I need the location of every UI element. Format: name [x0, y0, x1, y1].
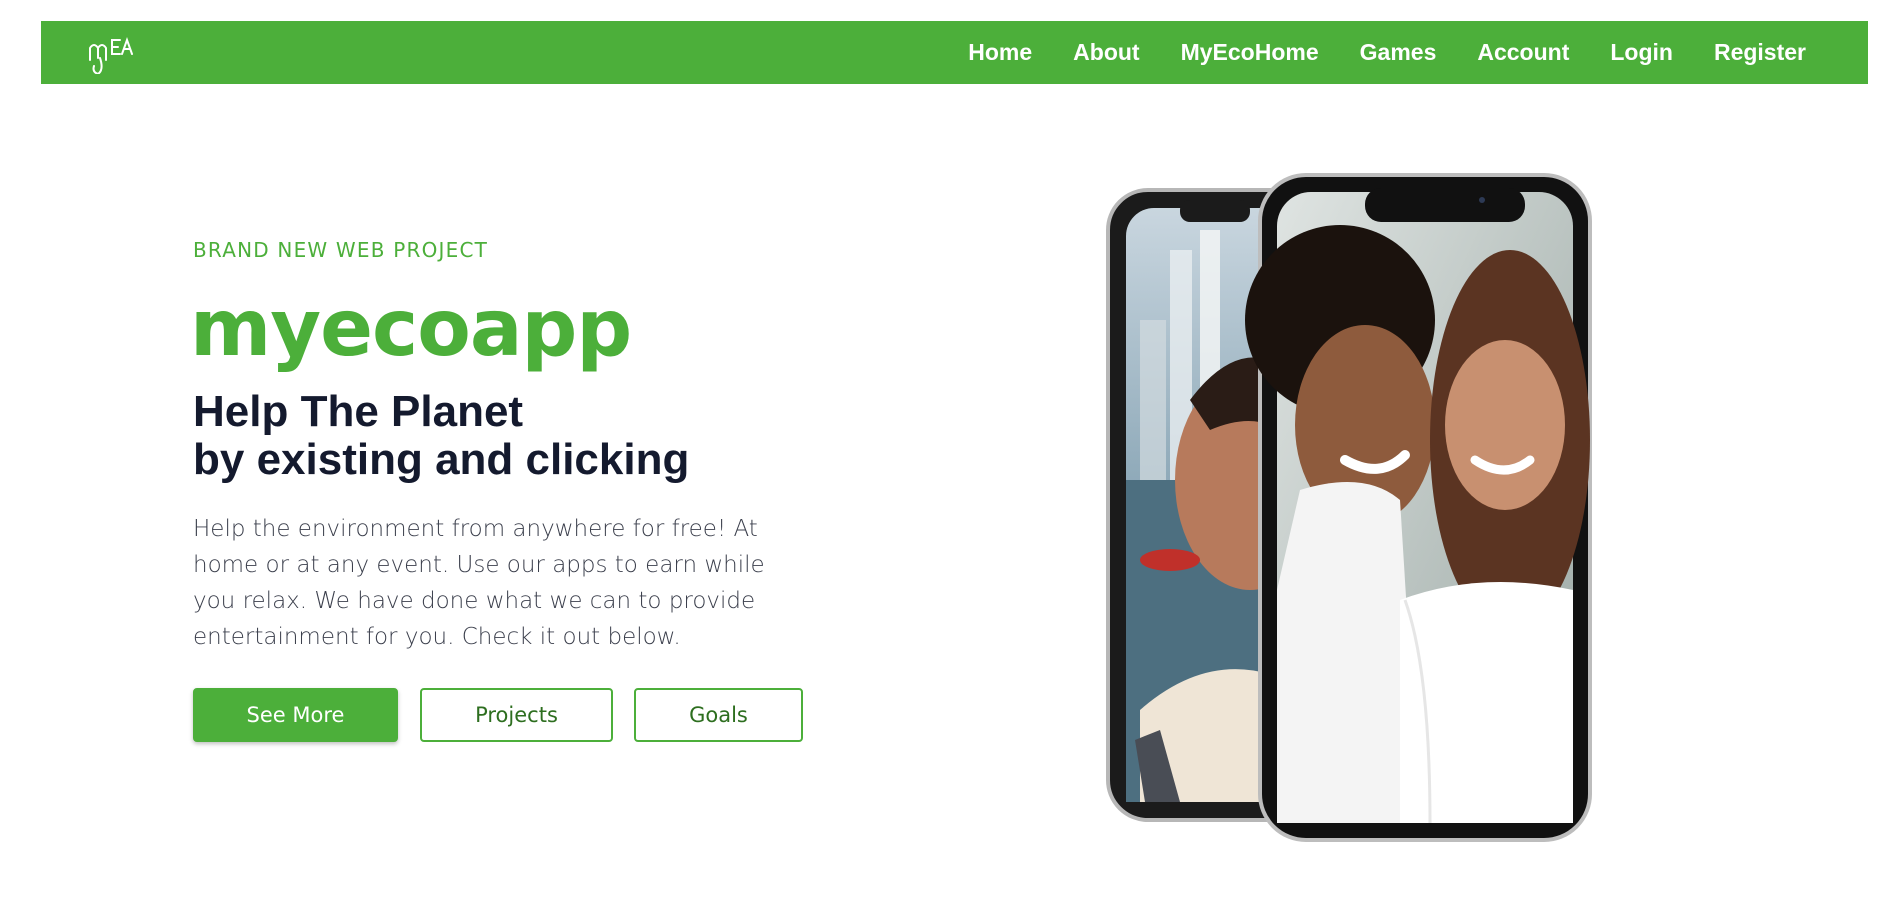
projects-button[interactable]: Projects [420, 688, 613, 742]
hero-eyebrow: BRAND NEW WEB PROJECT [193, 238, 489, 262]
nav-games[interactable]: Games [1360, 39, 1437, 66]
front-phone [1245, 173, 1592, 842]
nav-myecohome[interactable]: MyEcoHome [1181, 39, 1319, 66]
goals-button[interactable]: Goals [634, 688, 803, 742]
headline-line-1: Help The Planet [193, 387, 524, 436]
nav-register[interactable]: Register [1714, 39, 1806, 66]
nav-home[interactable]: Home [968, 39, 1032, 66]
headline-line-2: by existing and clicking [193, 435, 690, 484]
nav-account[interactable]: Account [1477, 39, 1569, 66]
see-more-button[interactable]: See More [193, 688, 398, 742]
hero-description: Help the environment from anywhere for f… [193, 516, 765, 650]
brand-title: myecoapp [190, 284, 632, 374]
mea-logo-icon [89, 37, 133, 76]
site-logo[interactable] [86, 30, 146, 76]
nav-login[interactable]: Login [1610, 39, 1673, 66]
hero-headline: Help The Planet by existing and clicking [193, 388, 689, 484]
phone-mockup-image [1106, 173, 1592, 842]
nav-about[interactable]: About [1073, 39, 1139, 66]
primary-nav: Home About MyEcoHome Games Account Login… [968, 21, 1806, 84]
top-navbar: Home About MyEcoHome Games Account Login… [41, 21, 1868, 84]
